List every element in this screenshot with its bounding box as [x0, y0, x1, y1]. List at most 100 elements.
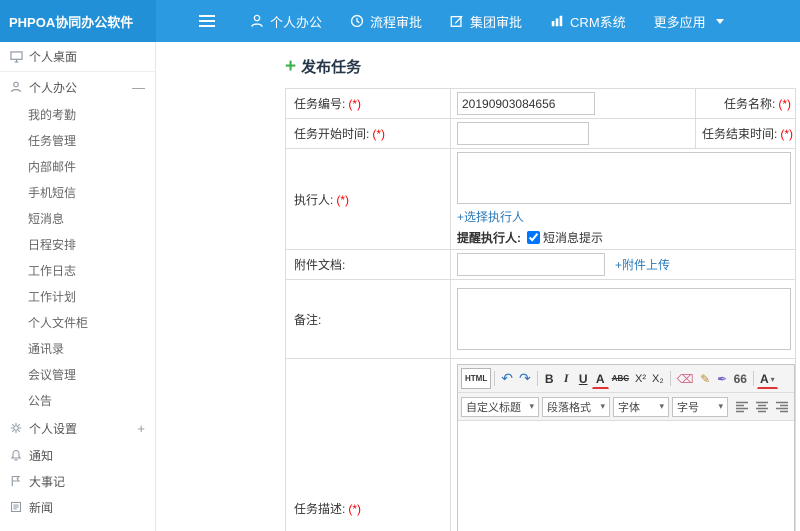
rich-text-editor: HTML ↶ ↷ B I U A ABC X² X₂ ⌫ ✎ ✒ 66 A ▾ …: [457, 364, 795, 531]
nav-label: 集团审批: [470, 14, 523, 30]
blockquote-button[interactable]: 66: [731, 368, 750, 389]
sidebar-item-memorabilia[interactable]: 大事记: [0, 468, 155, 494]
caret-down-icon: ▾: [770, 374, 775, 384]
highlight-color-button[interactable]: ✒: [714, 368, 731, 389]
sms-remind-label: 短消息提示: [543, 231, 604, 245]
custom-title-label: 自定义标题: [466, 401, 521, 414]
align-center-button[interactable]: [753, 397, 771, 417]
bell-icon: [10, 449, 23, 461]
start-time-label-cell: 任务开始时间: (*): [285, 118, 451, 149]
font-color-button[interactable]: A: [591, 370, 609, 389]
editor-toolbar-row2: 自定义标题 ▾ 段落格式 ▾ 字体 ▾ 字号 ▾: [458, 393, 794, 421]
paragraph-format-select[interactable]: 段落格式 ▾: [542, 396, 610, 417]
form-row-task-number: 任务编号:(*) 任务名称:(*): [285, 88, 796, 119]
nav-workflow-approval[interactable]: 流程审批: [336, 0, 436, 42]
task-number-label-cell: 任务编号: (*): [285, 88, 451, 119]
select-executor-link[interactable]: +选择执行人: [457, 208, 524, 225]
strikethrough-button[interactable]: ABC: [609, 368, 632, 389]
sidebar-item-contacts[interactable]: 通讯录: [0, 336, 155, 362]
nav-label: 个人办公: [270, 14, 323, 30]
required-mark: (*): [372, 127, 386, 141]
toolbar-divider: [752, 371, 754, 386]
sidebar-item-announcement[interactable]: 公告: [0, 388, 155, 414]
newspaper-icon: [10, 501, 23, 513]
font-size-select[interactable]: 字号 ▾: [672, 396, 728, 417]
nav-label: CRM系统: [570, 14, 626, 30]
align-left-icon: [736, 401, 748, 412]
task-number-label: 任务编号:: [294, 97, 346, 111]
sidebar-item-desktop[interactable]: 个人桌面: [0, 42, 155, 72]
expand-icon[interactable]: +: [137, 421, 145, 436]
sidebar-item-work-plan[interactable]: 工作计划: [0, 284, 155, 310]
sidebar-group-personal-office[interactable]: 个人办公 —: [0, 72, 155, 102]
attachment-label-cell: 附件文档:: [285, 249, 451, 280]
editor-content-area[interactable]: [458, 421, 794, 531]
nav-personal-office[interactable]: 个人办公: [236, 0, 336, 42]
toolbar-divider: [669, 371, 671, 386]
text-color-dropdown-button[interactable]: A ▾: [756, 370, 778, 389]
executor-textarea[interactable]: [457, 152, 791, 204]
sidebar-group-personal-settings[interactable]: 个人设置 +: [0, 414, 155, 442]
attachment-label: 附件文档:: [294, 258, 346, 272]
caret-down-icon: [715, 18, 724, 24]
caret-down-icon: ▾: [529, 401, 534, 411]
required-mark: (*): [780, 127, 794, 141]
main-content: + 发布任务 任务编号:(*) 任务名称:(*) 任务开始时间:(*): [156, 42, 800, 531]
sidebar-item-task-management[interactable]: 任务管理: [0, 128, 155, 154]
remove-format-button[interactable]: ⌫: [674, 368, 697, 389]
subscript-button[interactable]: X₂: [649, 368, 667, 389]
sidebar-item-notice[interactable]: 通知: [0, 442, 155, 468]
align-center-icon: [756, 401, 768, 412]
superscript-button[interactable]: X²: [632, 368, 649, 389]
form-row-attachment: 附件文档: +附件上传: [285, 249, 796, 280]
sidebar-item-label: 通知: [29, 448, 54, 463]
align-left-button[interactable]: [733, 397, 751, 417]
menu-toggle-button[interactable]: [192, 0, 222, 42]
redo-button[interactable]: ↷: [516, 368, 534, 389]
sidebar-item-work-log[interactable]: 工作日志: [0, 258, 155, 284]
html-source-button[interactable]: HTML: [461, 368, 492, 389]
app-logo[interactable]: PHPOA协同办公软件: [0, 0, 156, 42]
custom-title-select[interactable]: 自定义标题 ▾: [461, 396, 539, 417]
user-icon: [10, 81, 23, 93]
end-time-label-cell: 任务结束时间: (*): [695, 118, 796, 149]
align-right-button[interactable]: [773, 397, 791, 417]
start-time-input[interactable]: [457, 122, 589, 145]
format-brush-button[interactable]: ✎: [697, 368, 714, 389]
undo-button[interactable]: ↶: [498, 368, 516, 389]
bar-chart-icon: [551, 15, 563, 27]
bold-button[interactable]: B: [541, 368, 558, 389]
sidebar-item-news[interactable]: 新闻: [0, 494, 155, 520]
attachment-input[interactable]: [457, 253, 605, 276]
sidebar-item-meeting-management[interactable]: 会议管理: [0, 362, 155, 388]
attachment-upload-link[interactable]: +附件上传: [615, 256, 670, 273]
sidebar-item-file-cabinet[interactable]: 个人文件柜: [0, 310, 155, 336]
top-header: PHPOA协同办公软件 个人办公 流程审批 集团审批 CRM系统 更多应用: [0, 0, 800, 42]
description-field-cell: HTML ↶ ↷ B I U A ABC X² X₂ ⌫ ✎ ✒ 66 A ▾ …: [450, 358, 796, 531]
hamburger-icon: [199, 15, 215, 27]
nav-crm-system[interactable]: CRM系统: [536, 0, 640, 42]
italic-button[interactable]: I: [558, 368, 575, 389]
sidebar-item-short-message[interactable]: 短消息: [0, 206, 155, 232]
sidebar-item-mobile-sms[interactable]: 手机短信: [0, 180, 155, 206]
task-number-input[interactable]: [457, 92, 595, 115]
attachment-field-cell: +附件上传: [450, 249, 796, 280]
remark-label: 备注:: [294, 312, 322, 327]
collapse-icon[interactable]: —: [132, 80, 145, 95]
user-icon: [251, 14, 263, 28]
remark-textarea[interactable]: [457, 288, 791, 350]
nav-group-approval[interactable]: 集团审批: [436, 0, 536, 42]
nav-more-apps[interactable]: 更多应用: [640, 0, 738, 42]
font-family-select[interactable]: 字体 ▾: [613, 396, 669, 417]
sidebar-item-schedule[interactable]: 日程安排: [0, 232, 155, 258]
page-title: 发布任务: [301, 58, 362, 76]
sidebar-item-attendance[interactable]: 我的考勤: [0, 102, 155, 128]
nav-label: 更多应用: [653, 14, 706, 30]
executor-label: 执行人:: [294, 192, 334, 207]
underline-button[interactable]: U: [575, 368, 592, 389]
sms-remind-checkbox[interactable]: [527, 231, 540, 244]
flag-icon: [10, 475, 23, 487]
sidebar-item-internal-mail[interactable]: 内部邮件: [0, 154, 155, 180]
sidebar-item-label: 大事记: [29, 474, 66, 489]
paragraph-format-label: 段落格式: [547, 401, 591, 414]
